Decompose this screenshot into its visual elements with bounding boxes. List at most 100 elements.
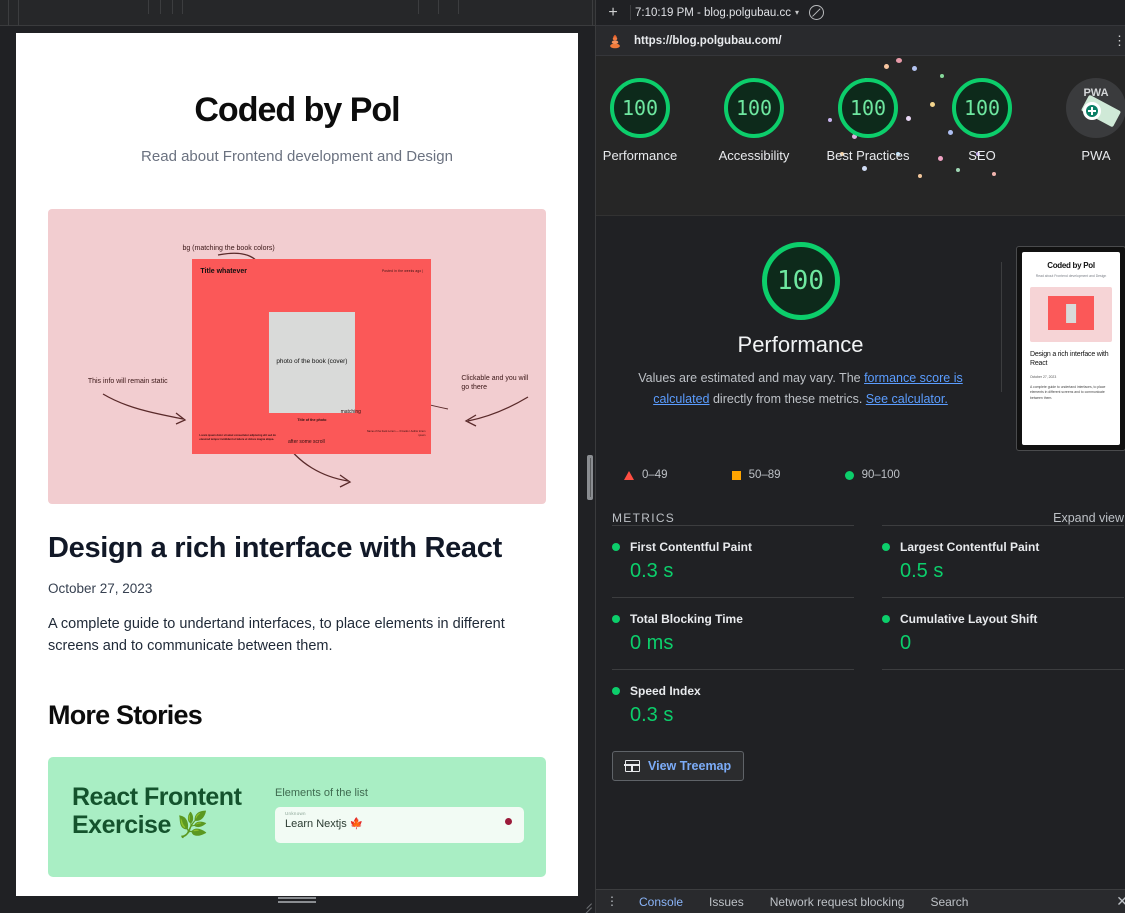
hero-mock-card: Title whatever Posted in the weeks ago |… [192, 259, 432, 454]
square-orange-icon [731, 470, 741, 480]
circle-green-icon [844, 470, 854, 480]
hero-right-note: Name of the book Lorem — 0 books / Autho… [366, 429, 426, 437]
post-title[interactable]: Design a rich interface with React [48, 532, 546, 565]
ruler-tick [182, 0, 183, 14]
performance-category-name: Performance [737, 332, 864, 357]
handle-line [278, 897, 316, 899]
thumb-hero [1030, 287, 1112, 343]
story-card-title: React Frontent Exercise 🌿 [72, 782, 242, 839]
metrics-grid: First Contentful Paint 0.3 s Largest Con… [596, 525, 1125, 741]
score-legend: 0–49 50–89 90–100 [610, 451, 1125, 481]
ruler-tick [8, 0, 9, 26]
drawer-tab-console[interactable]: Console [626, 895, 696, 909]
thumb-post-date: October 27, 2023 [1030, 374, 1057, 379]
metric-value: 0.3 s [630, 704, 674, 726]
metric-placeholder [882, 669, 1124, 741]
gauge-score: 100 [610, 78, 670, 138]
gauge-label: PWA [1081, 148, 1111, 163]
gauge-performance[interactable]: 100 Performance [596, 78, 684, 166]
viewport-resize-corner[interactable] [579, 897, 592, 913]
device-ruler-toolbar[interactable] [0, 0, 595, 26]
gauge-label: SEO [968, 148, 996, 163]
panel-splitter[interactable] [587, 455, 593, 500]
page-title: Coded by Pol [194, 91, 400, 129]
pwa-badge-icon: PWA [1066, 78, 1125, 138]
see-calculator-link[interactable]: See calculator. [866, 392, 948, 406]
new-report-button[interactable]: + [600, 1, 626, 25]
hero-mid-note: after some scroll [288, 438, 325, 445]
gauge-seo[interactable]: 100 SEO [938, 78, 1026, 166]
viewport-resize-handle-bottom[interactable] [278, 897, 316, 906]
legend-item-average: 50–89 [731, 469, 781, 481]
post-excerpt: A complete guide to undertand interfaces… [48, 616, 505, 654]
metric-value: 0.3 s [630, 560, 674, 582]
report-selector[interactable]: 7:10:19 PM - blog.polgubau.cc ▾ [635, 7, 799, 19]
summary-divider [1001, 262, 1002, 392]
hero-matching-note: matching [340, 409, 361, 416]
metrics-header: METRICS Expand view [596, 481, 1125, 525]
ruler-tick [160, 0, 161, 14]
report-title: 7:10:19 PM - blog.polgubau.cc [635, 6, 791, 19]
drawer-tab-search[interactable]: Search [917, 895, 981, 909]
story-list-item[interactable]: Unknown Learn Nextjs 🍁 [275, 806, 524, 843]
hero-card-title: Title whatever [200, 268, 247, 276]
report-options-menu-icon[interactable]: ⋮ [1107, 34, 1125, 47]
hero-paragraph: Lorem ipsum dolor sit amet consectetur a… [199, 433, 276, 441]
handle-line [278, 901, 316, 903]
thumb-post-body: A complete guide to undertand interfaces… [1030, 384, 1106, 401]
rendered-page[interactable]: Coded by Pol Read about Frontend develop… [16, 33, 578, 896]
no-entry-icon[interactable] [809, 5, 825, 20]
story-item-value: Learn Nextjs 🍁 [285, 817, 364, 830]
hero-caption: Title of the photo [297, 417, 327, 422]
devtools-panel: + 7:10:19 PM - blog.polgubau.cc ▾ https:… [595, 0, 1125, 913]
expand-view-toggle[interactable]: Expand view [1053, 511, 1124, 525]
metric-value: 0 ms [630, 632, 674, 654]
metric-cumulative-layout-shift[interactable]: Cumulative Layout Shift 0 [882, 597, 1124, 669]
gauge-accessibility[interactable]: 100 Accessibility [710, 78, 798, 166]
metric-name: Speed Index [630, 684, 701, 698]
metric-name: Cumulative Layout Shift [900, 612, 1038, 626]
view-treemap-button[interactable]: View Treemap [612, 751, 745, 781]
story-card-widget: Elements of the list Unknown Learn Nextj… [275, 783, 524, 843]
ruler-tick [438, 0, 439, 14]
ruler-tick [172, 0, 173, 14]
story-item-delete-icon[interactable] [505, 817, 512, 825]
drawer-tab-issues[interactable]: Issues [696, 895, 757, 909]
report-urlbar: https://blog.polgubau.com/ ⋮ [596, 26, 1125, 56]
metric-name: First Contentful Paint [630, 540, 752, 554]
thumb-site-title: Coded by Pol [1047, 261, 1095, 270]
metric-first-contentful-paint[interactable]: First Contentful Paint 0.3 s [612, 525, 854, 597]
site-favicon-icon [606, 32, 624, 50]
lighthouse-tabbar: + 7:10:19 PM - blog.polgubau.cc ▾ [596, 0, 1125, 26]
post-date: October 27, 2023 [48, 581, 153, 596]
performance-summary: 100 Performance Values are estimated and… [596, 216, 1125, 481]
treemap-section: View Treemap [596, 741, 1125, 781]
ruler-tick [148, 0, 149, 14]
ruler-tick [418, 0, 419, 14]
close-drawer-icon[interactable]: ✕ [1112, 893, 1125, 910]
metric-largest-contentful-paint[interactable]: Largest Contentful Paint 0.5 s [882, 525, 1124, 597]
page-screenshot-thumbnail[interactable]: Coded by Pol Read about Frontend develop… [1016, 246, 1125, 451]
drawer-more-menu-icon[interactable]: ⋮ [604, 896, 626, 907]
device-viewport-pane: Coded by Pol Read about Frontend develop… [0, 0, 595, 913]
metric-total-blocking-time[interactable]: Total Blocking Time 0 ms [612, 597, 854, 669]
hero-image[interactable]: bg (matching the book colors) This info … [48, 209, 546, 504]
metric-value: 0 [900, 632, 912, 654]
gauge-label: Accessibility [718, 148, 790, 163]
toolbar-divider [630, 5, 631, 20]
report-url: https://blog.polgubau.com/ [634, 34, 782, 47]
status-dot-pass-icon [612, 615, 620, 623]
performance-score-block: 100 Performance Values are estimated and… [610, 242, 991, 409]
story-card[interactable]: React Frontent Exercise 🌿 Elements of th… [48, 756, 546, 877]
app-root: Coded by Pol Read about Frontend develop… [0, 0, 1125, 913]
gauge-score: 100 [838, 78, 898, 138]
more-stories-heading: More Stories [48, 699, 203, 730]
drawer-tab-network-request-blocking[interactable]: Network request blocking [757, 895, 918, 909]
gauge-pwa[interactable]: PWA PWA [1052, 78, 1125, 166]
hero-book-placeholder: photo of the book (cover) [268, 311, 355, 413]
lighthouse-report-scroll[interactable]: 100 Performance 100 Accessibility 100 Be… [596, 56, 1125, 889]
metric-value: 0.5 s [900, 560, 944, 582]
ruler-tick [458, 0, 459, 14]
metric-speed-index[interactable]: Speed Index 0.3 s [612, 669, 854, 741]
gauge-best-practices[interactable]: 100 Best Practices [824, 78, 912, 166]
